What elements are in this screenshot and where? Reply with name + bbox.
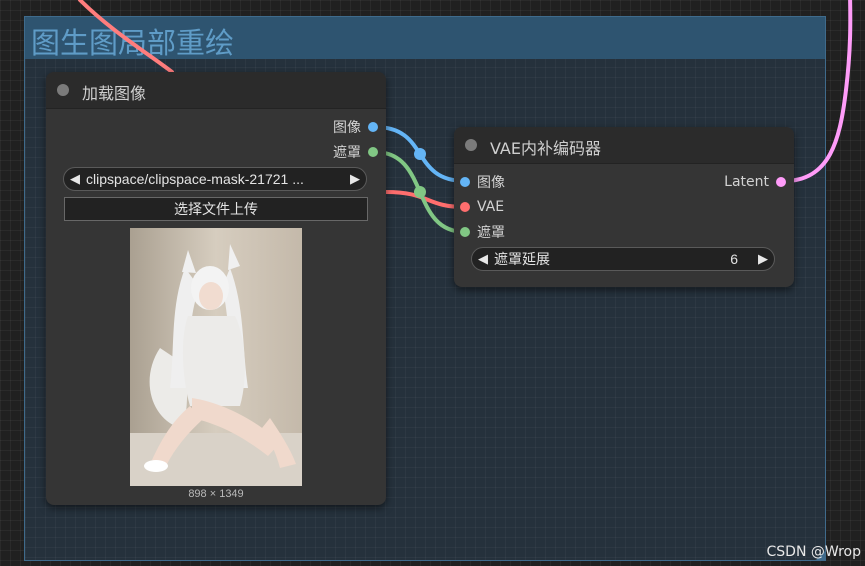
image-file-combo[interactable]: ◀ clipspace/clipspace-mask-21721 ... ▶ <box>63 167 367 191</box>
mask-slot-dot-icon[interactable] <box>460 227 470 237</box>
output-slot-image-label: 图像 <box>333 120 361 136</box>
grow-mask-label: 遮罩延展 <box>494 252 550 268</box>
output-slot-mask[interactable]: 遮罩 <box>333 144 378 161</box>
image-preview <box>130 228 302 486</box>
output-slot-latent-label: Latent <box>724 174 769 190</box>
output-slot-latent[interactable]: Latent <box>724 174 786 190</box>
input-slot-vae-label: VAE <box>477 199 505 215</box>
image-size-caption: 898 × 1349 <box>188 488 244 500</box>
vae-slot-dot-icon[interactable] <box>460 202 470 212</box>
vae-node-title: VAE内补编码器 <box>490 139 601 158</box>
combo-prev-arrow-icon[interactable]: ◀ <box>64 171 86 187</box>
grow-mask-widget[interactable]: ◀ 遮罩延展 6 ▶ <box>471 247 775 271</box>
decrement-arrow-icon[interactable]: ◀ <box>472 251 494 267</box>
load-image-node[interactable]: 加载图像 图像 遮罩 ◀ clipspace/clipspace-mask-21… <box>46 72 386 505</box>
input-slot-image-label: 图像 <box>477 175 505 191</box>
image-file-combo-value: clipspace/clipspace-mask-21721 ... <box>86 171 304 187</box>
grow-mask-value: 6 <box>730 251 738 267</box>
latent-slot-dot-icon[interactable] <box>776 177 786 187</box>
watermark: CSDN @Wrop <box>766 544 861 560</box>
load-image-node-title: 加载图像 <box>82 84 147 103</box>
mask-slot-dot-icon[interactable] <box>368 147 378 157</box>
collapse-dot-icon[interactable] <box>465 139 477 151</box>
wire-incoming-top-left <box>78 0 174 74</box>
output-slot-image[interactable]: 图像 <box>333 119 378 136</box>
upload-file-button[interactable]: 选择文件上传 <box>64 197 368 221</box>
image-slot-dot-icon[interactable] <box>368 122 378 132</box>
output-slot-mask-label: 遮罩 <box>333 145 361 161</box>
input-slot-image[interactable]: 图像 <box>460 174 505 191</box>
image-preview-illustration <box>130 228 302 486</box>
image-slot-dot-icon[interactable] <box>460 177 470 187</box>
input-slot-vae[interactable]: VAE <box>460 199 504 215</box>
vae-node-header[interactable]: VAE内补编码器 <box>454 127 794 164</box>
wire-image-midpoint[interactable] <box>414 148 426 160</box>
collapse-dot-icon[interactable] <box>57 84 69 96</box>
input-slot-mask[interactable]: 遮罩 <box>460 224 505 241</box>
load-image-node-header[interactable]: 加载图像 <box>46 72 386 109</box>
input-slot-mask-label: 遮罩 <box>477 225 505 241</box>
vae-encode-inpaint-node[interactable]: VAE内补编码器 图像 VAE 遮罩 Latent ◀ 遮罩延展 6 ▶ <box>454 127 794 287</box>
increment-arrow-icon[interactable]: ▶ <box>752 251 774 267</box>
wire-mask-midpoint[interactable] <box>414 186 426 198</box>
combo-next-arrow-icon[interactable]: ▶ <box>344 171 366 187</box>
